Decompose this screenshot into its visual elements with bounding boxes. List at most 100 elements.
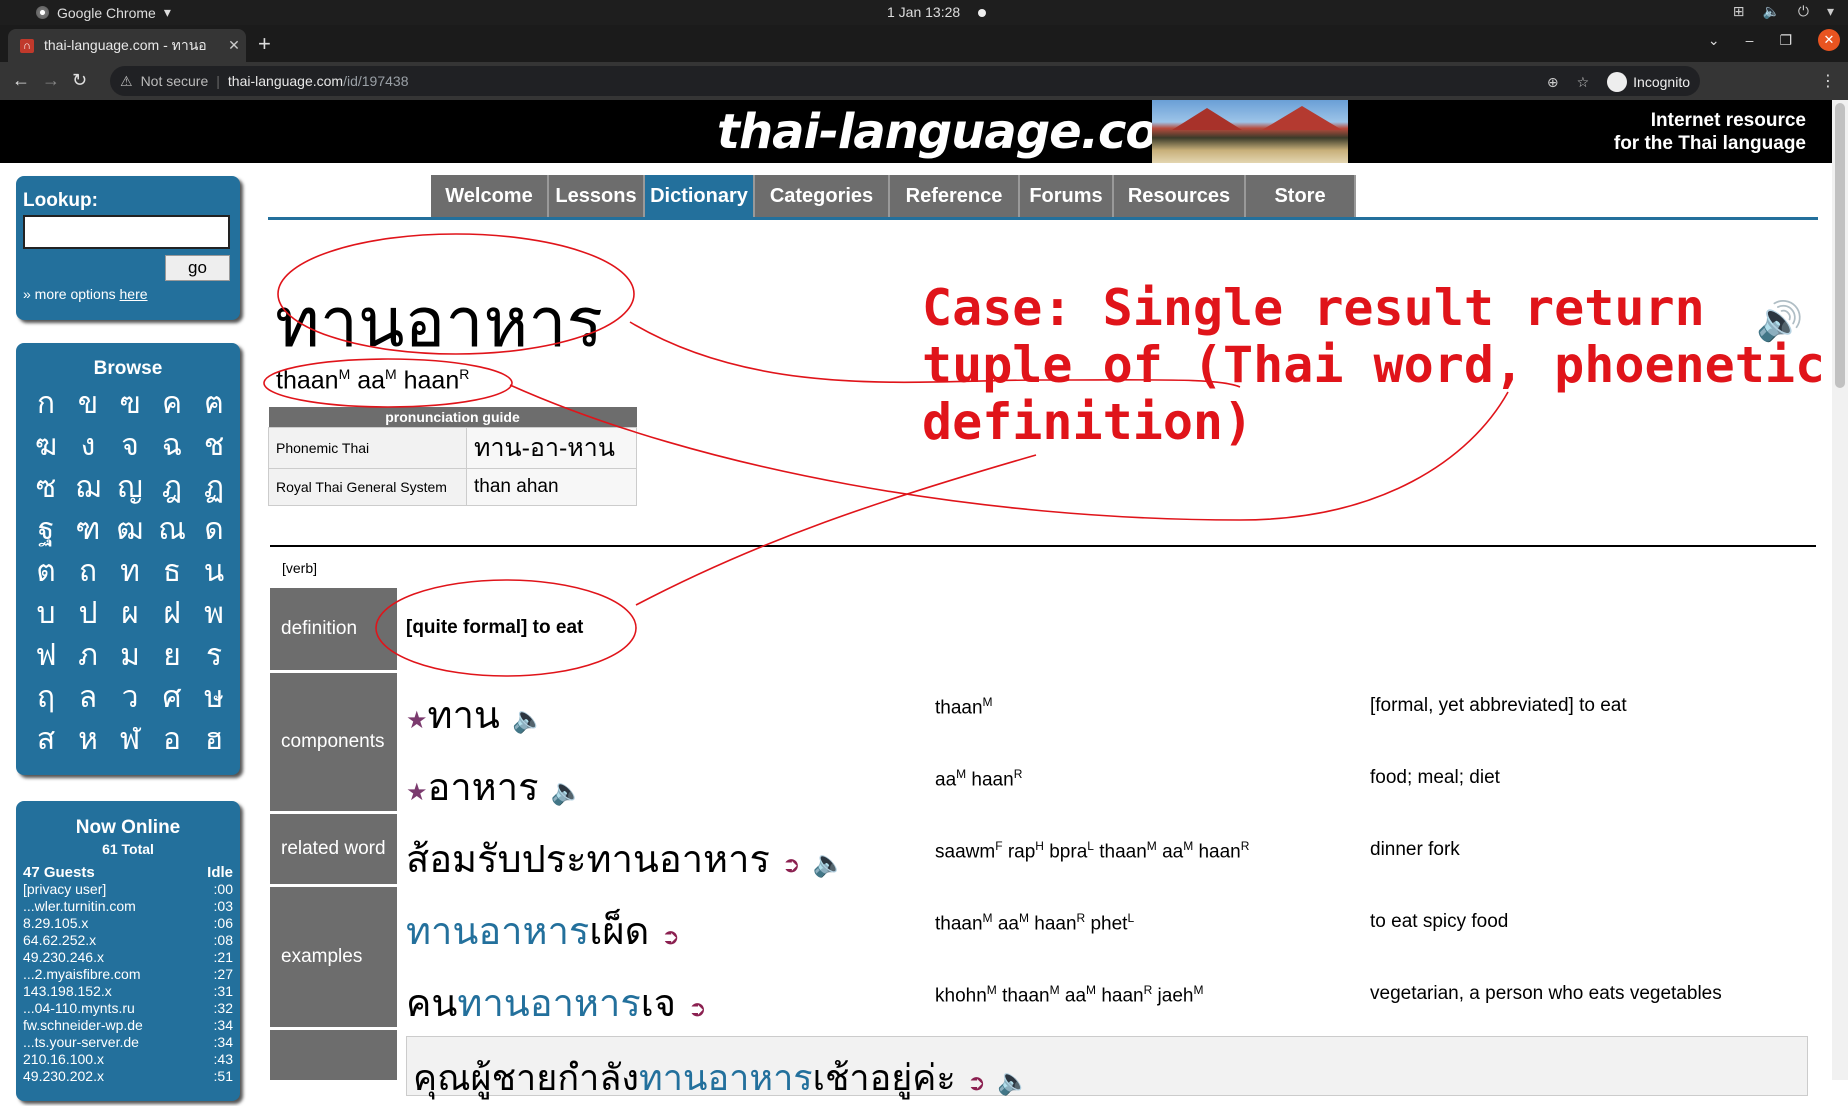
close-tab-icon[interactable]: ✕ — [222, 37, 246, 54]
reload-icon[interactable]: ↻ — [72, 70, 87, 91]
browse-letter[interactable]: ถ — [67, 551, 109, 593]
browse-letter[interactable]: ญ — [109, 467, 151, 509]
browse-letter[interactable]: ฮ — [193, 719, 235, 761]
browse-letter[interactable]: ฤ — [25, 677, 67, 719]
browse-letter[interactable]: ผ — [109, 593, 151, 635]
app-menu[interactable]: Google Chrome ▾ — [36, 4, 171, 21]
scroll-thumb[interactable] — [1835, 103, 1845, 388]
online-user-name[interactable]: [privacy user] — [23, 881, 106, 898]
browse-letter[interactable]: บ — [25, 593, 67, 635]
zoom-icon[interactable]: ⊕ — [1547, 74, 1559, 91]
browse-letter[interactable]: ย — [151, 635, 193, 677]
incognito-badge[interactable]: Incognito — [1607, 72, 1690, 92]
back-icon[interactable]: ← — [12, 70, 30, 91]
lookup-input[interactable] — [23, 215, 230, 249]
browse-letter[interactable]: ง — [67, 425, 109, 467]
browse-letter[interactable]: ฆ — [25, 425, 67, 467]
online-user-name[interactable]: 143.198.152.x — [23, 983, 112, 1000]
online-user-name[interactable]: 8.29.105.x — [23, 915, 88, 932]
page-scrollbar[interactable] — [1832, 100, 1848, 1080]
browse-letter[interactable]: ช — [193, 425, 235, 467]
tab-search-icon[interactable]: ⌄ — [1708, 32, 1720, 49]
browse-letter[interactable]: ค — [151, 383, 193, 425]
browse-letter[interactable]: ฃ — [109, 383, 151, 425]
online-user-name[interactable]: 49.230.202.x — [23, 1068, 104, 1085]
browse-letter[interactable]: ว — [109, 677, 151, 719]
component-word[interactable]: ทาน — [428, 693, 500, 737]
browse-letter[interactable]: ฅ — [193, 383, 235, 425]
browse-letter[interactable]: ร — [193, 635, 235, 677]
online-user-name[interactable]: 64.62.252.x — [23, 932, 96, 949]
browse-letter[interactable]: ฑ — [67, 509, 109, 551]
url-input[interactable]: ⚠ Not secure | thai-language.com/id/1974… — [110, 66, 1700, 96]
browse-letter[interactable]: ข — [67, 383, 109, 425]
component-thai[interactable]: ★อาหาร 🔈 — [406, 756, 583, 817]
browse-letter[interactable]: ฏ — [193, 467, 235, 509]
go-button[interactable]: go — [165, 255, 230, 281]
browse-letter[interactable]: ป — [67, 593, 109, 635]
browse-letter[interactable]: ก — [25, 383, 67, 425]
browse-letter[interactable]: ซ — [25, 467, 67, 509]
browse-letter[interactable]: ณ — [151, 509, 193, 551]
example-thai[interactable]: คนทานอาหารเจ ➲ — [406, 972, 707, 1033]
browser-tab[interactable]: ∩ thai-language.com - ทานอ ✕ — [8, 29, 246, 62]
arrow-icon[interactable]: ➲ — [967, 1071, 985, 1096]
sample-sentence[interactable]: คุณผู้ชายกำลังทานอาหารเช้าอยู่ค่ะ ➲ 🔈 — [413, 1049, 1029, 1106]
arrow-icon[interactable]: ➲ — [782, 853, 800, 878]
nav-tab-dictionary[interactable]: Dictionary — [645, 175, 755, 217]
online-user-name[interactable]: 49.230.246.x — [23, 949, 104, 966]
nav-tab-lessons[interactable]: Lessons — [549, 175, 645, 217]
arrow-icon[interactable]: ➲ — [661, 925, 679, 950]
new-tab-button[interactable]: + — [258, 31, 271, 57]
browse-letter[interactable]: ษ — [193, 677, 235, 719]
related-word[interactable]: ส้อมรับประทานอาหาร — [406, 837, 770, 881]
browse-letter[interactable]: ฝ — [151, 593, 193, 635]
browse-letter[interactable]: ต — [25, 551, 67, 593]
component-word[interactable]: อาหาร — [428, 765, 539, 809]
speaker-icon[interactable]: 🔈 — [997, 1067, 1029, 1097]
more-options-link[interactable]: here — [120, 286, 148, 302]
browse-letter[interactable]: ธ — [151, 551, 193, 593]
browse-letter[interactable]: ห — [67, 719, 109, 761]
browse-letter[interactable]: ศ — [151, 677, 193, 719]
browse-letter[interactable]: ล — [67, 677, 109, 719]
bookmark-star-icon[interactable]: ☆ — [1577, 74, 1590, 91]
browse-letter[interactable]: ด — [193, 509, 235, 551]
speaker-icon[interactable]: 🔈 — [512, 705, 544, 735]
nav-tab-welcome[interactable]: Welcome — [431, 175, 549, 217]
arrow-icon[interactable]: ➲ — [688, 997, 706, 1022]
browse-letter[interactable]: ฟ — [25, 635, 67, 677]
nav-tab-store[interactable]: Store — [1246, 175, 1356, 217]
online-user-name[interactable]: fw.schneider-wp.de — [23, 1017, 143, 1034]
browse-letter[interactable]: พ — [193, 593, 235, 635]
browse-letter[interactable]: น — [193, 551, 235, 593]
example-thai[interactable]: ทานอาหารเผ็ด ➲ — [406, 900, 680, 961]
browse-letter[interactable]: ฎ — [151, 467, 193, 509]
forward-icon[interactable]: → — [42, 70, 60, 91]
speaker-icon[interactable]: 🔈 — [551, 777, 583, 807]
related-thai[interactable]: ส้อมรับประทานอาหาร ➲ 🔈 — [406, 828, 845, 889]
nav-tab-reference[interactable]: Reference — [890, 175, 1020, 217]
browse-letter[interactable]: ฬ — [109, 719, 151, 761]
browse-letter[interactable]: ฌ — [67, 467, 109, 509]
system-tray[interactable]: ⊞ 🔈 ⏻ ▾ — [1733, 3, 1834, 20]
browse-letter[interactable]: ภ — [67, 635, 109, 677]
minimize-icon[interactable]: – — [1746, 32, 1754, 48]
example-highlight[interactable]: ทานอาหาร — [406, 909, 589, 953]
clock[interactable]: 1 Jan 13:28 — [887, 4, 960, 20]
nav-tab-forums[interactable]: Forums — [1020, 175, 1114, 217]
sentence-highlight[interactable]: ทานอาหาร — [639, 1058, 813, 1099]
close-window-icon[interactable]: ✕ — [1818, 29, 1840, 51]
browse-letter[interactable]: จ — [109, 425, 151, 467]
example-highlight[interactable]: ทานอาหาร — [457, 981, 640, 1025]
browse-letter[interactable]: ม — [109, 635, 151, 677]
nav-tab-resources[interactable]: Resources — [1114, 175, 1246, 217]
site-logo[interactable]: thai-language.com — [717, 104, 1207, 160]
component-thai[interactable]: ★ทาน 🔈 — [406, 684, 544, 745]
speaker-icon[interactable]: 🔈 — [812, 849, 844, 879]
browse-letter[interactable]: ฐ — [25, 509, 67, 551]
browse-letter[interactable]: ส — [25, 719, 67, 761]
browser-menu-icon[interactable]: ⋮ — [1820, 71, 1836, 91]
nav-tab-categories[interactable]: Categories — [755, 175, 890, 217]
online-user-name[interactable]: ...wler.turnitin.com — [23, 898, 136, 915]
